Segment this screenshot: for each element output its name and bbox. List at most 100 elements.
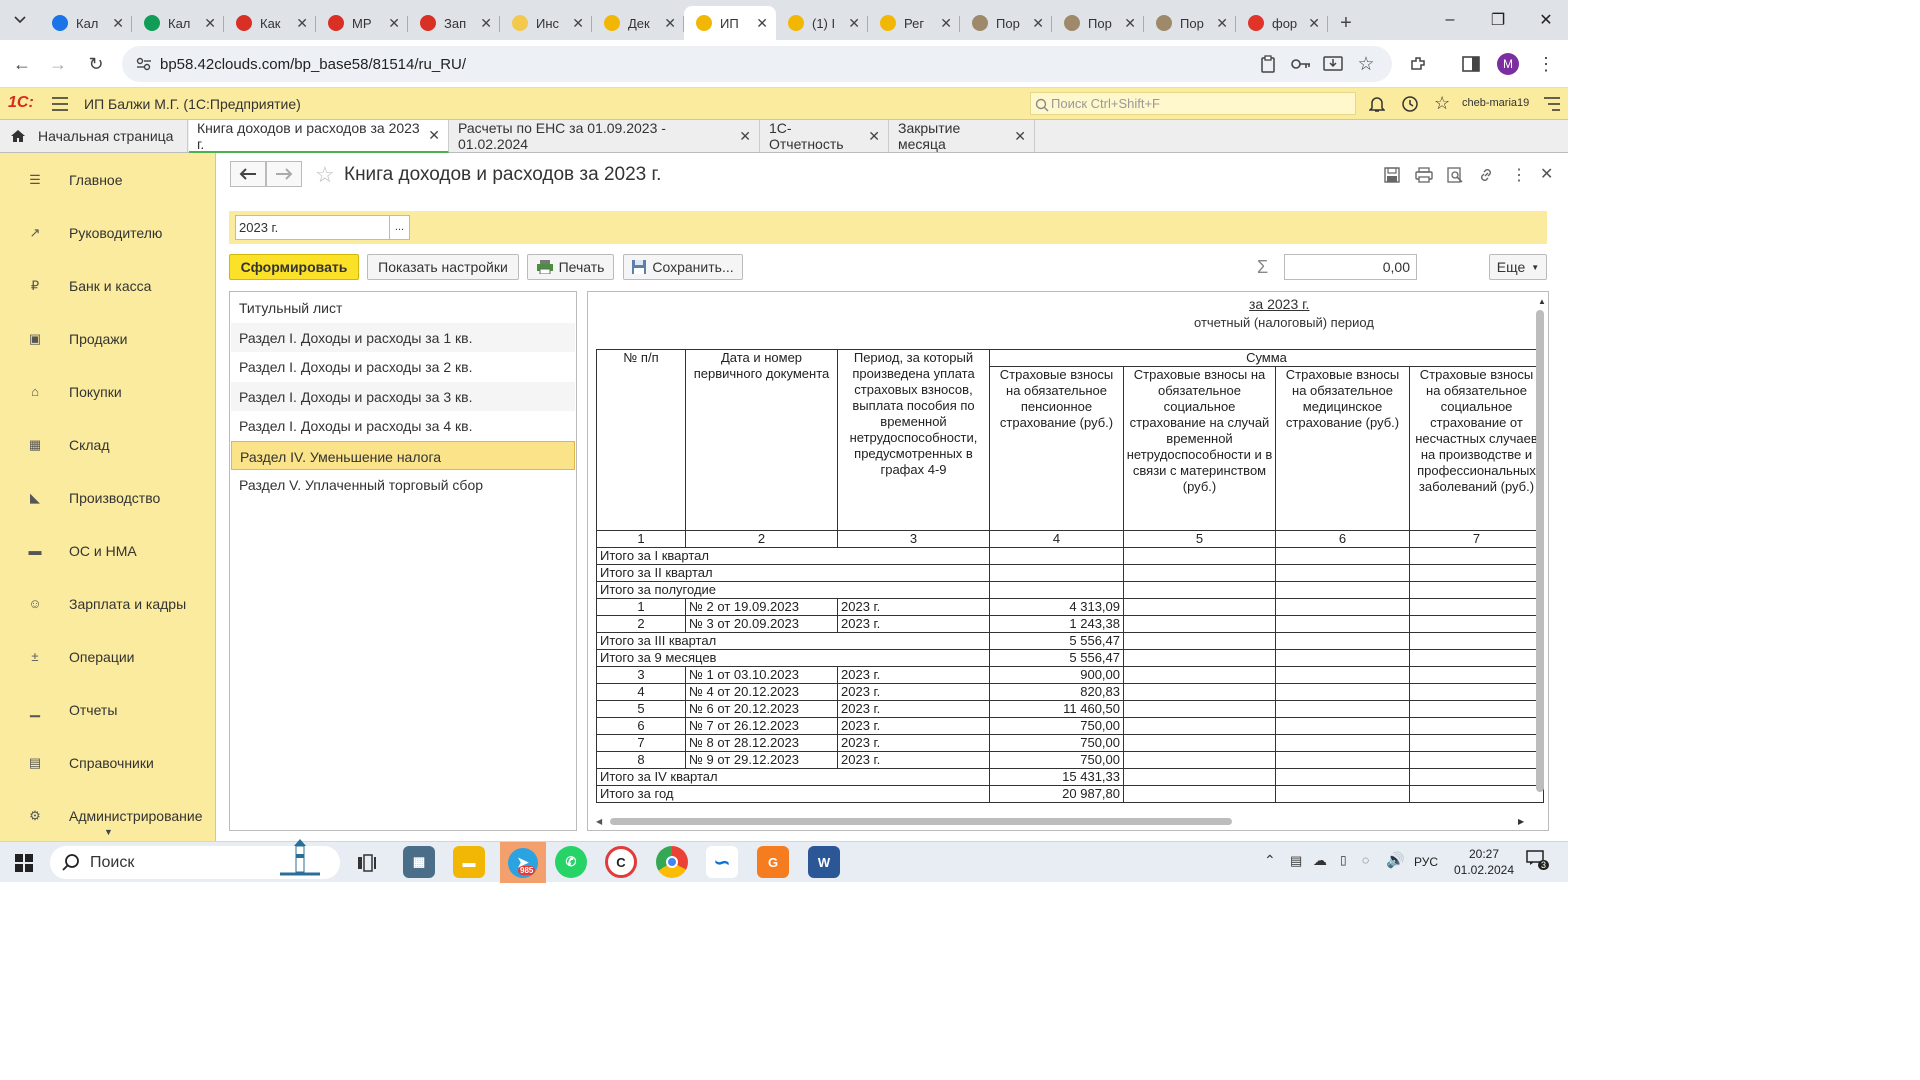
tray-device-icon[interactable]: ▤ [1290,853,1302,869]
task-view-icon[interactable] [358,854,376,872]
telegram-app-icon[interactable]: ➤ 985 [500,842,546,883]
back-nav-button[interactable] [230,161,266,187]
minimize-button[interactable]: – [1424,0,1476,40]
browser-tab[interactable]: Рег ✕ [868,6,960,40]
cloud-icon[interactable]: ☁ [1313,852,1327,869]
user-name[interactable]: cheb-maria19 [1462,97,1529,109]
new-tab-button[interactable]: + [1328,6,1364,40]
section-item[interactable]: Раздел IV. Уменьшение налога [231,440,575,470]
print-icon[interactable] [1415,167,1433,183]
close-icon[interactable]: ✕ [428,127,440,144]
bookmark-star-icon[interactable]: ☆ [1354,52,1378,76]
report-spreadsheet[interactable]: за 2023 г. отчетный (налоговый) период №… [587,291,1549,831]
sidebar-item[interactable]: ▦ Склад [0,418,215,471]
clipboard-icon[interactable] [1256,52,1280,76]
profile-avatar[interactable]: M [1497,53,1519,75]
tab-1c-reporting[interactable]: 1С-Отчетность ✕ [761,120,889,152]
period-input[interactable]: 2023 г. [235,215,390,240]
close-icon[interactable]: ✕ [1124,15,1136,32]
horizontal-scrollbar[interactable] [610,818,1232,825]
extensions-icon[interactable] [1406,52,1430,76]
whatsapp-app-icon[interactable]: ✆ [555,846,587,878]
battery-icon[interactable]: ▯ [1340,853,1347,867]
global-search-input[interactable]: Поиск Ctrl+Shift+F [1030,92,1356,115]
browser-tab[interactable]: Кал ✕ [40,6,132,40]
vertical-scrollbar[interactable] [1536,310,1544,792]
browser-tab[interactable]: Кал ✕ [132,6,224,40]
browser-tab[interactable]: МР ✕ [316,6,408,40]
site-settings-icon[interactable] [136,57,152,71]
windows-start-icon[interactable] [15,854,33,872]
close-icon[interactable]: ✕ [204,15,216,32]
hamburger-menu-icon[interactable] [52,97,68,111]
language-indicator[interactable]: РУС [1414,855,1438,869]
browser-tab[interactable]: Пор ✕ [1052,6,1144,40]
sidebar-item[interactable]: ☰ Главное [0,153,215,206]
period-select-button[interactable]: ... [389,215,410,240]
sidebar-item[interactable]: ▁ Отчеты [0,683,215,736]
favorites-star-icon[interactable]: ☆ [1434,93,1450,114]
word-app-icon[interactable]: W [808,846,840,878]
scroll-down-icon[interactable]: ▼ [104,827,113,837]
close-icon[interactable]: ✕ [940,15,952,32]
notifications-button[interactable]: 3 [1526,850,1550,872]
chrome-app-icon[interactable] [656,846,688,878]
scroll-left-icon[interactable]: ◀ [596,817,602,826]
back-arrow-icon[interactable]: ← [10,52,34,76]
reload-icon[interactable]: ↻ [84,52,108,76]
side-panel-icon[interactable] [1459,52,1483,76]
clock[interactable]: 20:27 01.02.2024 [1452,846,1516,878]
browser-tab[interactable]: (1) I ✕ [776,6,868,40]
browser-tab[interactable]: ИП ✕ [684,6,776,40]
tab-search-button[interactable] [0,0,40,40]
sidebar-item[interactable]: ± Операции [0,630,215,683]
close-icon[interactable]: ✕ [1014,128,1026,145]
bell-icon[interactable] [1369,95,1385,113]
browser-tab[interactable]: Зап ✕ [408,6,500,40]
pdf-app-icon[interactable]: G [757,846,789,878]
1c-logo[interactable]: 1С: [8,94,34,112]
section-item[interactable]: Титульный лист [231,293,575,322]
window-close-button[interactable]: ✕ [1520,0,1572,40]
sidebar-item[interactable]: ◣ Производство [0,471,215,524]
save-disk-icon[interactable] [1384,167,1400,183]
generate-button[interactable]: Сформировать [229,254,359,280]
close-icon[interactable]: ✕ [848,15,860,32]
edge-app-icon[interactable]: ∽ [706,846,738,878]
browser-tab[interactable]: Пор ✕ [1144,6,1236,40]
close-form-icon[interactable]: ✕ [1540,164,1553,184]
favorite-star-icon[interactable]: ☆ [315,162,335,188]
close-icon[interactable]: ✕ [664,15,676,32]
omnibox[interactable]: bp58.42clouds.com/bp_base58/81514/ru_RU/ [122,46,1392,82]
link-icon[interactable] [1478,167,1494,183]
close-icon[interactable]: ✕ [1216,15,1228,32]
preview-icon[interactable] [1447,167,1463,183]
section-item[interactable]: Раздел I. Доходы и расходы за 4 кв. [231,411,575,440]
settings-menu-icon[interactable] [1544,97,1560,111]
close-icon[interactable]: ✕ [112,15,124,32]
browser-tab[interactable]: Как ✕ [224,6,316,40]
forward-arrow-icon[interactable]: → [46,52,70,76]
browser-menu-icon[interactable]: ⋮ [1534,52,1558,76]
section-item[interactable]: Раздел I. Доходы и расходы за 2 кв. [231,352,575,381]
install-app-icon[interactable] [1321,52,1345,76]
show-settings-button[interactable]: Показать настройки [367,254,519,280]
tray-chevron-icon[interactable]: ⌃ [1264,852,1276,869]
close-icon[interactable]: ✕ [868,128,880,145]
sum-field[interactable]: 0,00 [1284,254,1417,280]
print-button[interactable]: Печать [527,254,614,280]
sidebar-item[interactable]: ☺ Зарплата и кадры [0,577,215,630]
tab-ens-settlements[interactable]: Расчеты по ЕНС за 01.09.2023 - 01.02.202… [450,120,760,152]
c-app-icon[interactable]: C [605,846,637,878]
sidebar-item[interactable]: ▣ Продажи [0,312,215,365]
tab-home[interactable]: Начальная страница [0,120,188,152]
sidebar-item[interactable]: ₽ Банк и касса [0,259,215,312]
scroll-up-icon[interactable]: ▲ [1538,297,1546,306]
sigma-icon[interactable]: Σ [1257,257,1268,278]
section-item[interactable]: Раздел V. Уплаченный торговый сбор [231,470,575,499]
section-item[interactable]: Раздел I. Доходы и расходы за 3 кв. [231,381,575,411]
tab-month-closing[interactable]: Закрытие месяца ✕ [890,120,1035,152]
more-button[interactable]: Еще ▼ [1489,254,1547,280]
browser-tab[interactable]: Инс ✕ [500,6,592,40]
close-icon[interactable]: ✕ [756,15,768,32]
